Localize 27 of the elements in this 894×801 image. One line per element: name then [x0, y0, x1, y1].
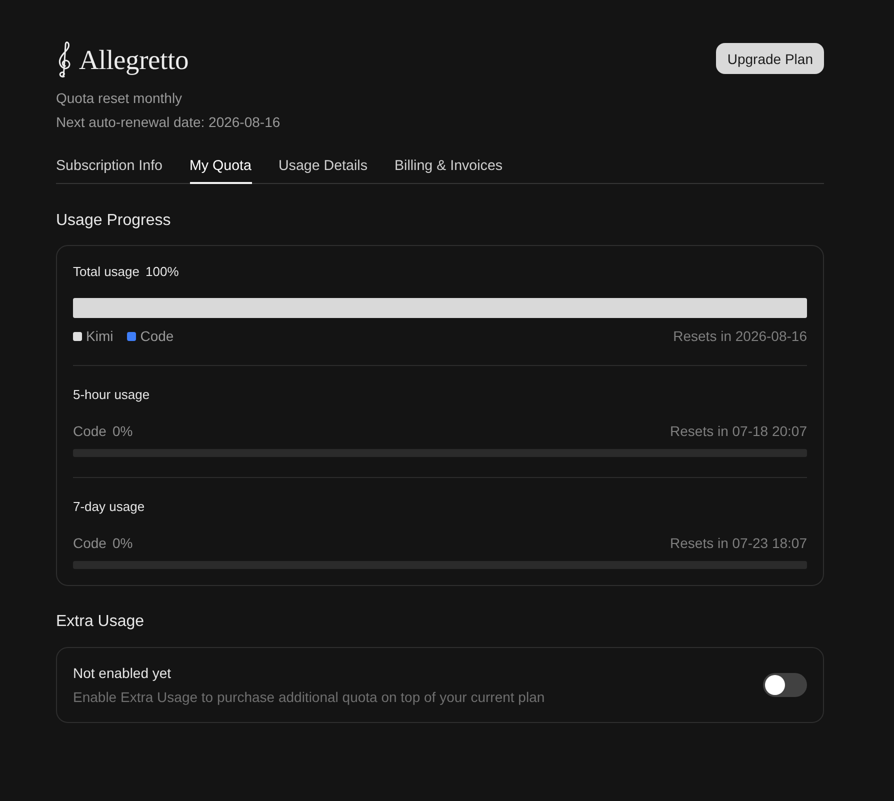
- usage-window-title: 5-hour usage: [73, 386, 151, 404]
- usage-label: Total usage: [73, 263, 140, 281]
- usage-percent: 100%: [146, 263, 179, 281]
- section-title: Usage Progress: [56, 211, 172, 231]
- legend-label: Kimi: [86, 327, 114, 345]
- plan-info-text: Next auto-renewal date: 2026-08-16: [56, 113, 280, 132]
- extra-usage-toggle[interactable]: [763, 673, 807, 697]
- usage-window-title: 7-day usage: [73, 498, 146, 516]
- reset-time: Resets in 07-18 20:07: [670, 422, 807, 440]
- tab[interactable]: Usage Details: [278, 158, 368, 184]
- reset-time: Resets in 07-23 18:07: [670, 534, 807, 552]
- usage-label: Code: [73, 534, 106, 552]
- plan-info-text: Quota reset monthly: [56, 89, 184, 108]
- legend-label: Code: [140, 327, 174, 345]
- upgrade-plan-button[interactable]: Upgrade Plan: [716, 43, 824, 74]
- extra-usage-description: Enable Extra Usage to purchase additional quota on top of your current plan: [73, 688, 545, 707]
- section-title: Extra Usage: [56, 612, 146, 632]
- tab[interactable]: Subscription Info: [56, 158, 164, 184]
- usage-percent: 0%: [112, 534, 133, 552]
- extra-usage-status: Not enabled yet: [73, 664, 172, 683]
- tab[interactable]: My Quota: [190, 158, 252, 184]
- usage-label: Code: [73, 422, 106, 440]
- tab[interactable]: Billing & Invoices: [394, 158, 504, 184]
- reset-time: Resets in 2026-08-16: [673, 327, 807, 345]
- treble-clef-icon: [56, 40, 72, 78]
- usage-percent: 0%: [112, 422, 133, 440]
- brand-name: Allegretto: [79, 43, 188, 77]
